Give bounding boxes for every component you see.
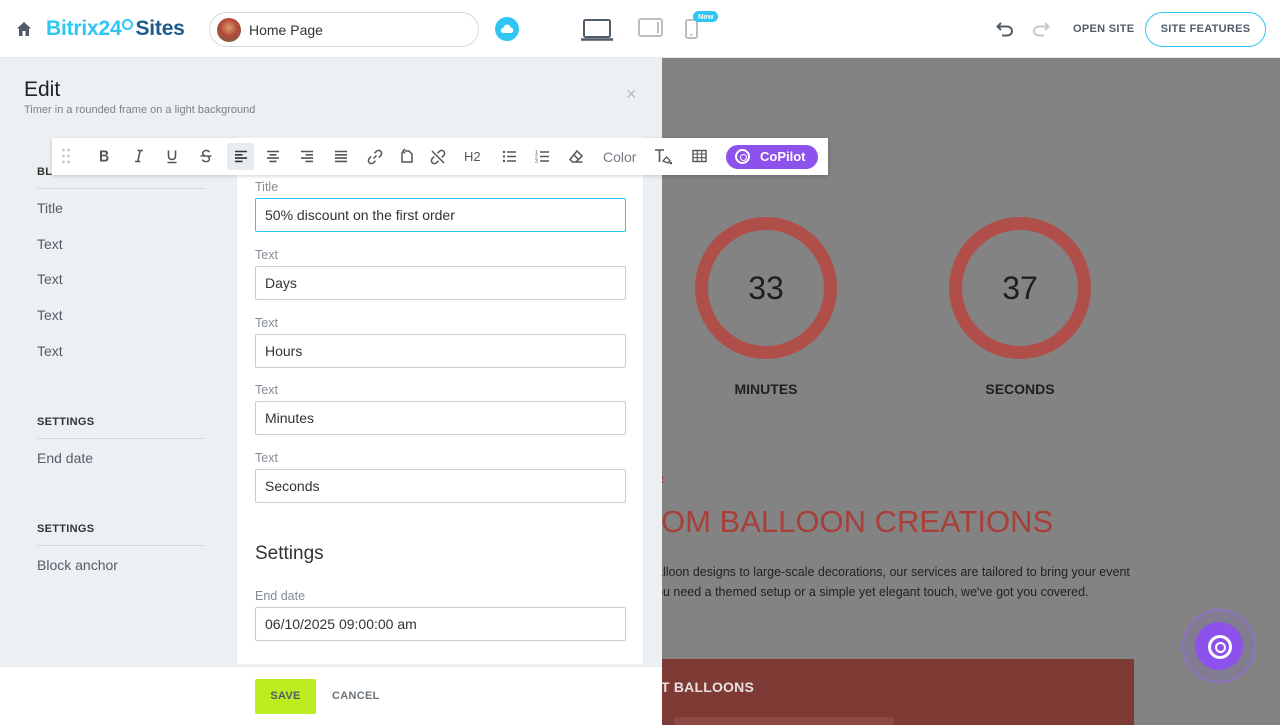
section-description: alloon designs to large-scale decoration… [662, 562, 1256, 602]
cancel-button[interactable]: CANCEL [332, 690, 380, 702]
redo-icon[interactable] [1032, 21, 1050, 42]
field-label: Text [255, 383, 278, 397]
page-name: Home Page [249, 22, 323, 38]
minutes-text-input[interactable] [255, 401, 626, 435]
unlink-icon[interactable] [430, 149, 446, 169]
end-date-input[interactable] [255, 607, 626, 641]
edit-subtitle: Timer in a rounded frame on a light back… [24, 104, 256, 116]
cloud-icon[interactable] [495, 17, 519, 41]
copilot-icon [735, 149, 750, 164]
nav-item-end-date[interactable]: End date [37, 450, 93, 466]
copilot-label: CoPilot [760, 149, 806, 164]
edit-panel: Edit Timer in a rounded frame on a light… [0, 58, 828, 725]
desktop-view-icon[interactable] [580, 18, 614, 47]
top-bar: Bitrix24 Sites Home Page New OPEN SITE SI… [0, 0, 1280, 58]
nav-item-text[interactable]: Text [37, 343, 63, 359]
feature-box-title: T BALLOONS [662, 679, 754, 695]
mobile-view-icon[interactable] [685, 19, 698, 44]
italic-icon[interactable] [132, 149, 146, 169]
undo-icon[interactable] [996, 21, 1014, 42]
svg-text:3: 3 [535, 159, 538, 163]
seconds-text-input[interactable] [255, 469, 626, 503]
timer-minutes-value: 33 [748, 270, 784, 306]
feature-box-text-placeholder [674, 717, 894, 725]
copilot-button[interactable]: CoPilot [726, 145, 818, 169]
timer-minutes-label: MINUTES [734, 381, 798, 397]
color-button[interactable]: Color [603, 149, 636, 169]
section-tag: R [662, 474, 664, 486]
link-icon[interactable] [367, 149, 383, 169]
site-features-button[interactable]: SITE FEATURES [1145, 12, 1266, 47]
underline-icon[interactable] [165, 149, 179, 169]
timer-minutes-ring: 33 [695, 217, 837, 359]
nav-divider [37, 438, 205, 439]
bulleted-list-icon[interactable] [502, 150, 517, 170]
align-justify-icon[interactable] [334, 150, 348, 170]
field-label: Text [255, 316, 278, 330]
nav-item-text[interactable]: Text [37, 236, 63, 252]
nav-item-title[interactable]: Title [37, 200, 63, 216]
field-label: Text [255, 248, 278, 262]
description-line: alloon designs to large-scale decoration… [662, 565, 1130, 579]
timer-seconds-value: 37 [1002, 270, 1038, 306]
edit-footer: SAVE CANCEL [0, 666, 662, 725]
floating-copilot-button[interactable] [1182, 609, 1256, 683]
section-heading: OM BALLOON CREATIONS [662, 504, 1054, 539]
logo-bitrix24: Bitrix24 [46, 17, 122, 40]
timer-seconds-ring: 37 [949, 217, 1091, 359]
logo-clock-icon [122, 19, 134, 30]
hours-text-input[interactable] [255, 334, 626, 368]
timer-seconds-label: SECONDS [985, 381, 1055, 397]
eraser-icon[interactable] [568, 149, 584, 169]
rotate-icon[interactable] [399, 148, 415, 168]
align-left-icon[interactable] [227, 143, 254, 170]
bold-icon[interactable] [97, 149, 111, 169]
title-input[interactable] [255, 198, 626, 232]
strikethrough-icon[interactable] [199, 149, 213, 169]
save-button[interactable]: SAVE [255, 679, 316, 714]
home-icon[interactable] [15, 20, 33, 38]
tablet-view-icon[interactable] [638, 18, 664, 43]
nav-divider [37, 545, 205, 546]
align-center-icon[interactable] [266, 150, 280, 170]
heading-h2-button[interactable]: H2 [464, 149, 481, 169]
description-line: ou need a themed setup or a simple yet e… [662, 585, 1089, 599]
field-label: End date [255, 589, 306, 603]
open-site-link[interactable]: OPEN SITE [1073, 23, 1134, 35]
nav-divider [37, 188, 205, 189]
align-right-icon[interactable] [300, 150, 314, 170]
settings-section-title: Settings [255, 543, 324, 564]
edit-title: Edit [24, 78, 61, 101]
page-selector[interactable]: Home Page [209, 12, 479, 47]
text-style-icon[interactable] [654, 148, 673, 168]
page-thumbnail [217, 18, 241, 42]
nav-item-block-anchor[interactable]: Block anchor [37, 557, 118, 573]
nav-settings-header: SETTINGS [37, 523, 95, 535]
feature-box: T BALLOONS [662, 659, 1134, 725]
block-nav: BLO Title Text Text Text Text SETTINGS E… [10, 137, 235, 667]
nav-item-text[interactable]: Text [37, 271, 63, 287]
logo-sites: Sites [135, 17, 185, 40]
days-text-input[interactable] [255, 266, 626, 300]
nav-settings-header: SETTINGS [37, 416, 95, 428]
field-label: Title [255, 180, 279, 194]
numbered-list-icon[interactable]: 123 [535, 149, 550, 169]
drag-handle-icon[interactable] [61, 147, 71, 167]
bitrix24-sites-logo[interactable]: Bitrix24 Sites [46, 17, 185, 41]
copilot-icon [1195, 622, 1243, 670]
new-badge: New [693, 11, 719, 22]
field-label: Text [255, 451, 278, 465]
table-icon[interactable] [692, 149, 707, 169]
close-icon[interactable]: × [626, 84, 637, 105]
text-format-toolbar: H2 123 Color CoPilot [52, 138, 828, 175]
edit-form: Title Text Text Text Text Settings End d… [237, 137, 643, 664]
nav-item-text[interactable]: Text [37, 307, 63, 323]
